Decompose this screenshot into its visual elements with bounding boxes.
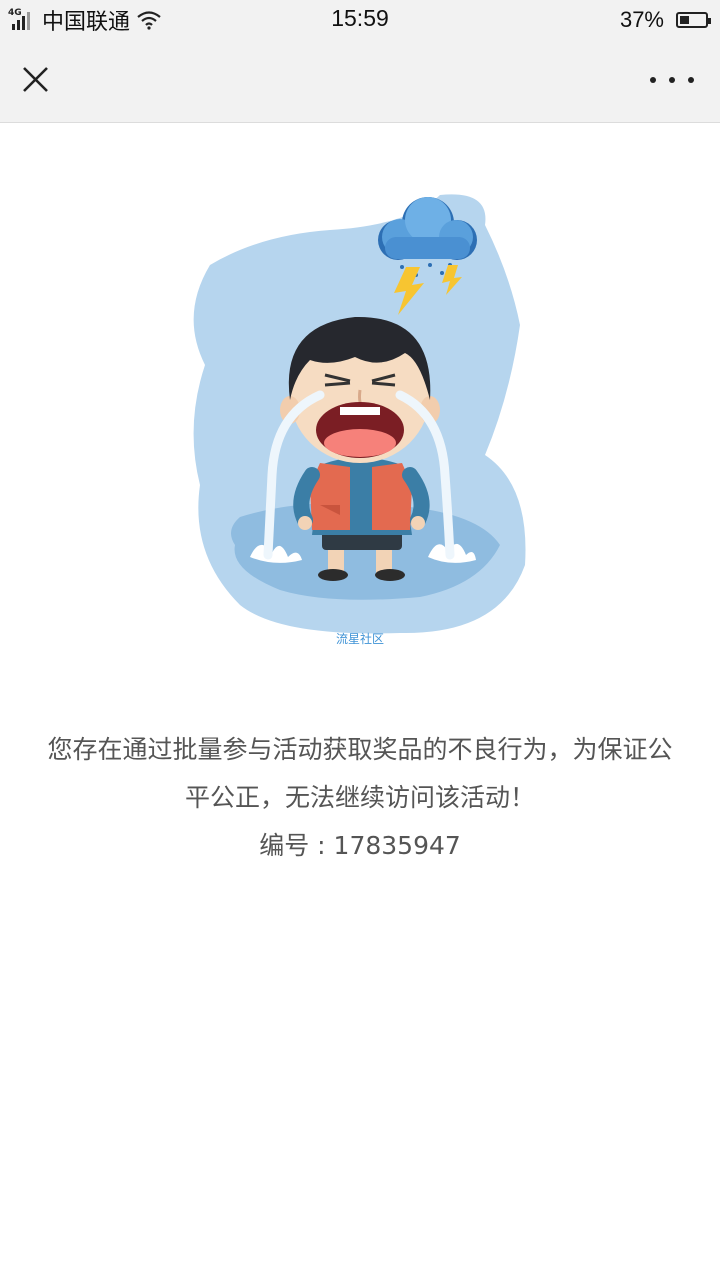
close-icon <box>23 67 48 92</box>
watermark-text: 流星社区 <box>335 632 384 646</box>
crying-boy-illustration <box>193 194 526 634</box>
status-right: 37% <box>619 5 711 35</box>
close-button[interactable] <box>16 60 56 100</box>
status-bar: 4G 中国联通 15:59 37% <box>0 0 720 40</box>
more-dot <box>669 77 675 83</box>
status-time: 15:59 <box>331 5 389 31</box>
more-dot <box>688 77 694 83</box>
battery-percent: 37% <box>619 7 664 32</box>
more-dot <box>650 77 656 83</box>
reference-code: 编号 : 17835947 <box>0 822 720 870</box>
code-separator: : <box>309 831 334 860</box>
battery-icon <box>676 12 711 28</box>
block-message: 您存在通过批量参与活动获取奖品的不良行为，为保证公平公正，无法继续访问该活动！ <box>47 735 673 812</box>
code-label: 编号 <box>259 831 310 860</box>
more-button[interactable] <box>650 68 694 92</box>
code-value: 17835947 <box>333 831 461 860</box>
nav-bar <box>0 40 720 123</box>
